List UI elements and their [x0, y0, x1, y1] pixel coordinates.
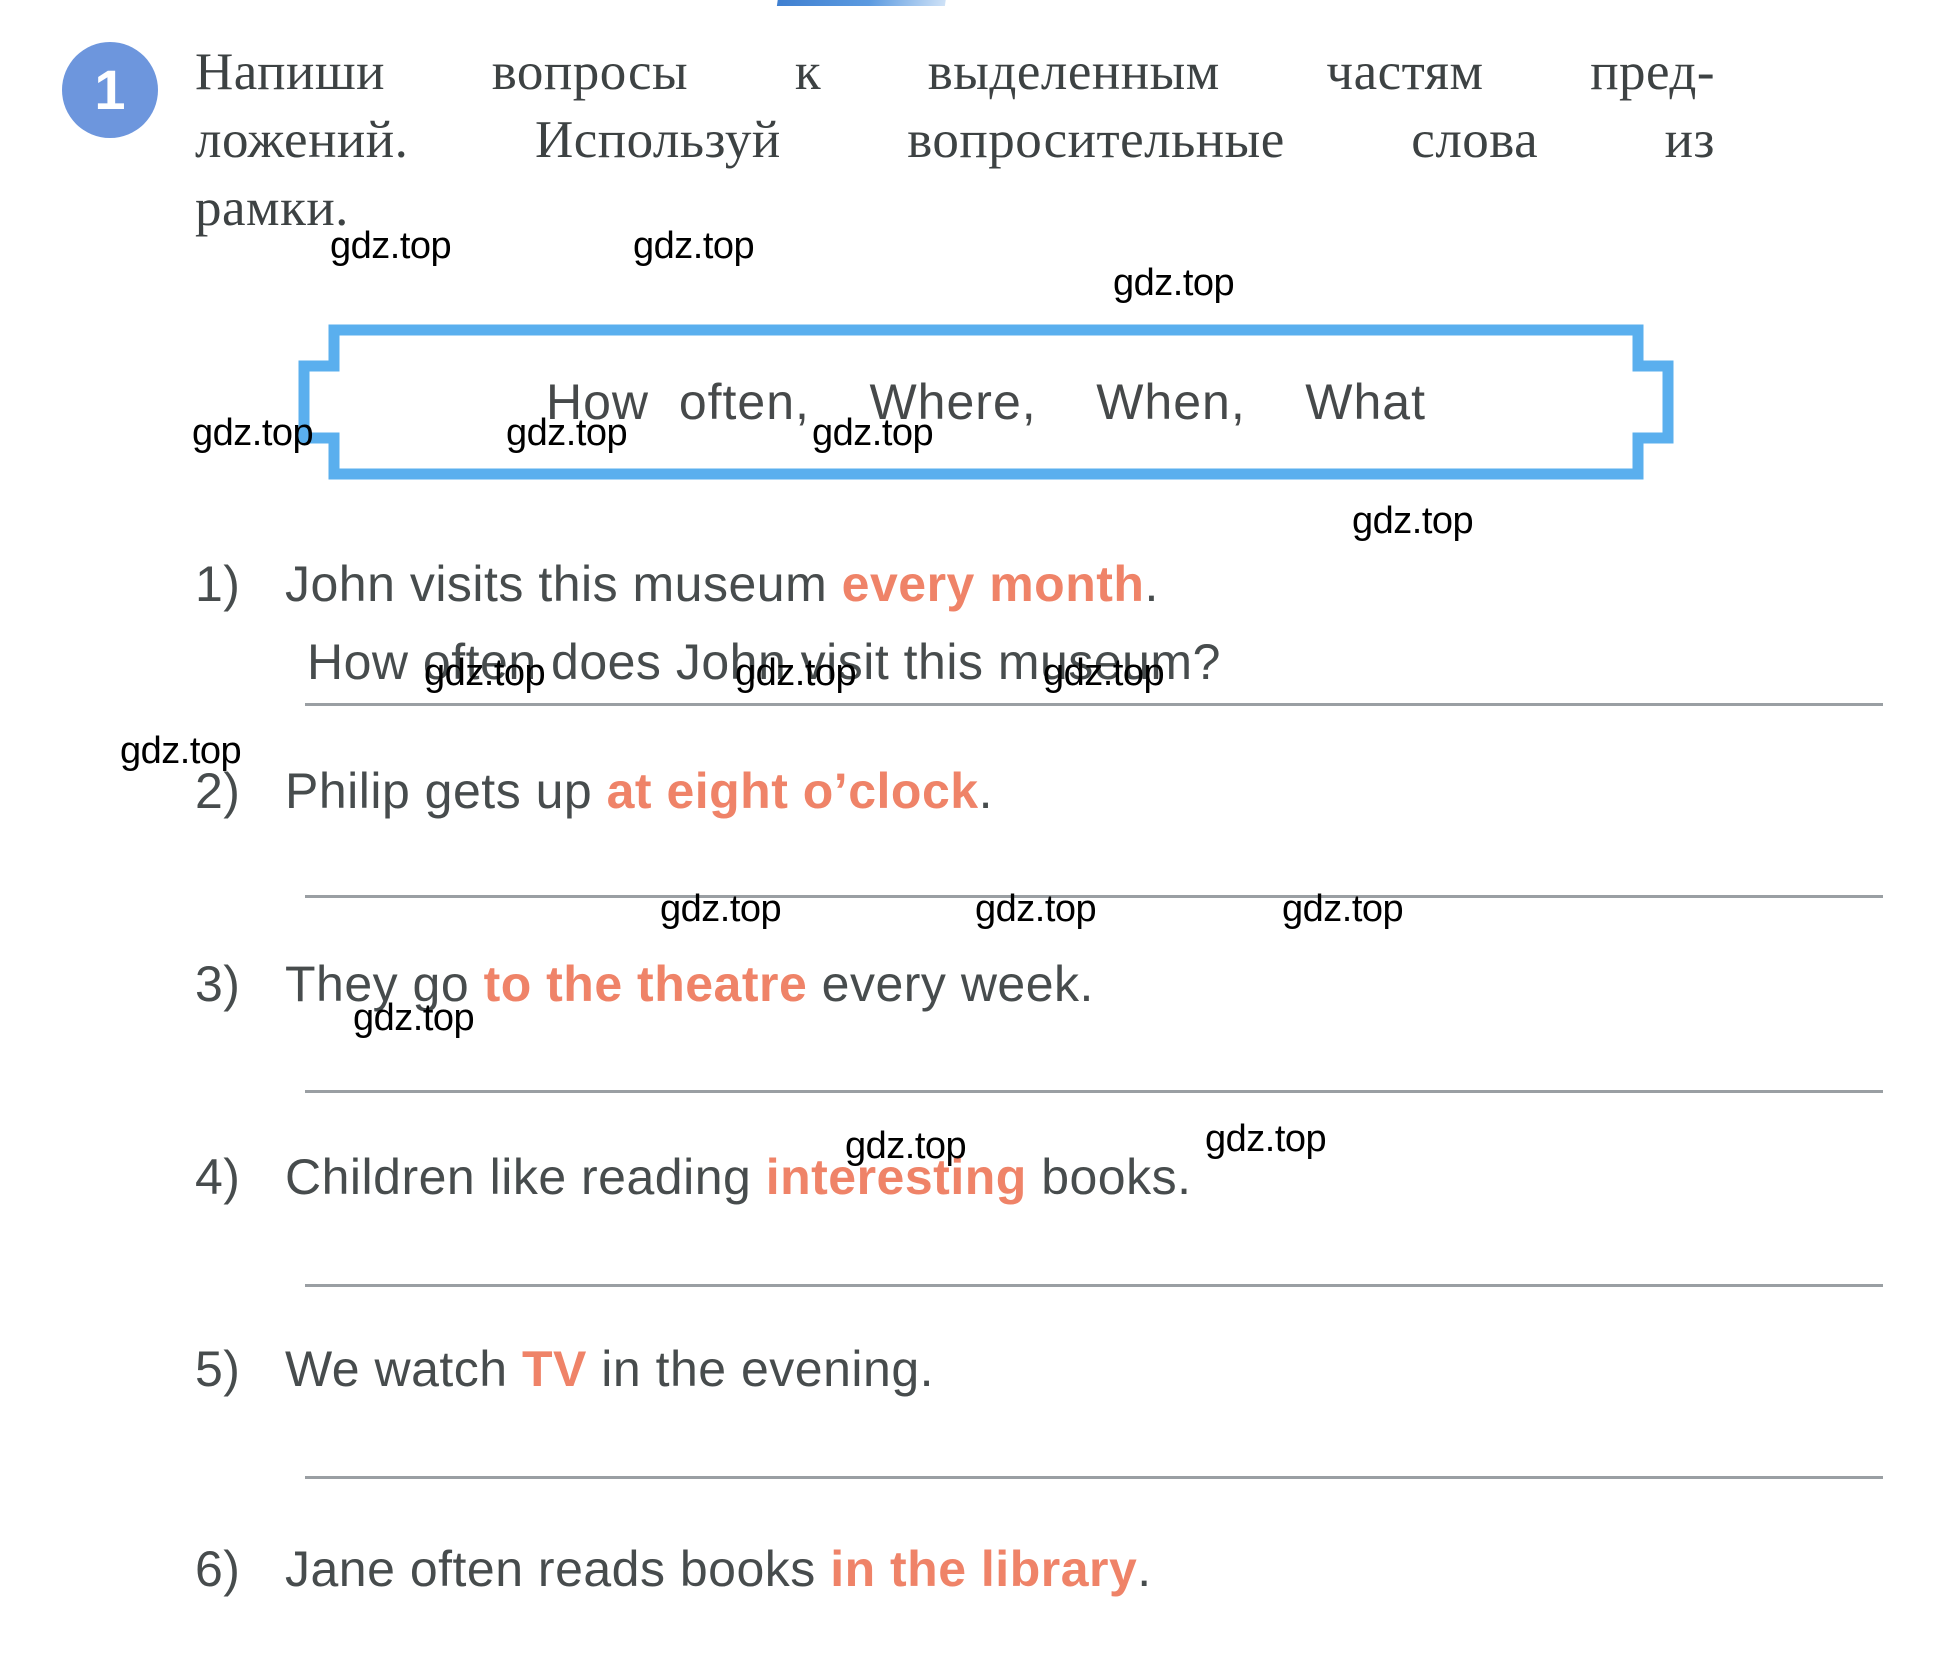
- instruction-word: пред-: [1590, 43, 1715, 101]
- item-text-after: in the evening.: [586, 1341, 935, 1397]
- instruction-word: ложений.: [195, 111, 409, 169]
- item-highlight: every month: [841, 556, 1145, 612]
- answer-line-4[interactable]: [305, 1284, 1883, 1287]
- page-top-blue-fragment: [776, 0, 948, 6]
- item-text-after: .: [978, 763, 993, 819]
- watermark: gdz.top: [1282, 888, 1404, 930]
- instruction-word: Используй: [534, 111, 781, 169]
- item-text-before: Children like reading: [285, 1149, 766, 1205]
- answer-line-1[interactable]: [305, 703, 1883, 706]
- item-text-after: books.: [1026, 1149, 1192, 1205]
- instruction-word: частям: [1326, 43, 1484, 101]
- instruction-word: выделенным: [927, 43, 1220, 101]
- item-text-after: every week.: [807, 956, 1094, 1012]
- item-text-before: John visits this museum: [285, 556, 842, 612]
- watermark: gdz.top: [330, 225, 452, 267]
- item-text-before: We watch: [285, 1341, 522, 1397]
- item-text-after: .: [1137, 1541, 1152, 1597]
- instruction-word: слова: [1411, 111, 1539, 169]
- item-number: 1): [195, 556, 241, 612]
- item-number: 3): [195, 956, 241, 1012]
- watermark: gdz.top: [812, 412, 934, 454]
- item-number: 5): [195, 1341, 241, 1397]
- item-highlight: to the theatre: [483, 956, 808, 1012]
- item-highlight: TV: [522, 1341, 587, 1397]
- item-text-before: Philip gets up: [285, 763, 607, 819]
- item-number: 4): [195, 1149, 241, 1205]
- instruction-line-2: ложений. Используй вопросительные слова …: [195, 106, 1715, 174]
- instruction-line-1: Напиши вопросы к выделенным частям пред-: [195, 38, 1715, 106]
- watermark: gdz.top: [975, 888, 1097, 930]
- instruction-word: из: [1664, 111, 1715, 169]
- watermark: gdz.top: [735, 652, 857, 694]
- watermark: gdz.top: [633, 225, 755, 267]
- question-words-label: How often, Where, When, What: [546, 374, 1426, 430]
- watermark: gdz.top: [353, 997, 475, 1039]
- sentence-item-2: 2) Philip gets up at eight o’clock.: [195, 762, 993, 820]
- watermark: gdz.top: [660, 888, 782, 930]
- sentence-item-3: 3) They go to the theatre every week.: [195, 955, 1094, 1013]
- instruction-word: вопросы: [491, 43, 689, 101]
- sentence-item-5: 5) We watch TV in the evening.: [195, 1340, 934, 1398]
- answer-line-3[interactable]: [305, 1090, 1883, 1093]
- watermark: gdz.top: [1205, 1118, 1327, 1160]
- watermark: gdz.top: [1352, 500, 1474, 542]
- item-text-after: .: [1144, 556, 1159, 612]
- item-highlight: in the library: [830, 1541, 1138, 1597]
- watermark: gdz.top: [120, 730, 242, 772]
- watermark: gdz.top: [1043, 652, 1165, 694]
- sentence-item-4: 4) Children like reading interesting book…: [195, 1148, 1192, 1206]
- watermark: gdz.top: [424, 652, 546, 694]
- instruction-word: рамки.: [195, 179, 349, 237]
- question-words-box: How often, Where, When, What: [296, 322, 1676, 482]
- answer-line-5[interactable]: [305, 1476, 1883, 1479]
- instruction-word: Напиши: [195, 43, 386, 101]
- exercise-number-badge: 1: [62, 42, 158, 138]
- item-highlight: at eight o’clock: [606, 763, 979, 819]
- watermark: gdz.top: [1113, 262, 1235, 304]
- item-number: 6): [195, 1541, 241, 1597]
- watermark: gdz.top: [845, 1125, 967, 1167]
- sentence-item-1: 1) John visits this museum every month.: [195, 555, 1159, 613]
- instruction-word: к: [794, 43, 822, 101]
- watermark: gdz.top: [192, 412, 314, 454]
- sentence-item-6: 6) Jane often reads books in the library.: [195, 1540, 1152, 1598]
- watermark: gdz.top: [506, 412, 628, 454]
- instruction-word: вопросительные: [907, 111, 1285, 169]
- item-text-before: Jane often reads books: [285, 1541, 831, 1597]
- exercise-instruction: Напиши вопросы к выделенным частям пред-…: [195, 38, 1715, 242]
